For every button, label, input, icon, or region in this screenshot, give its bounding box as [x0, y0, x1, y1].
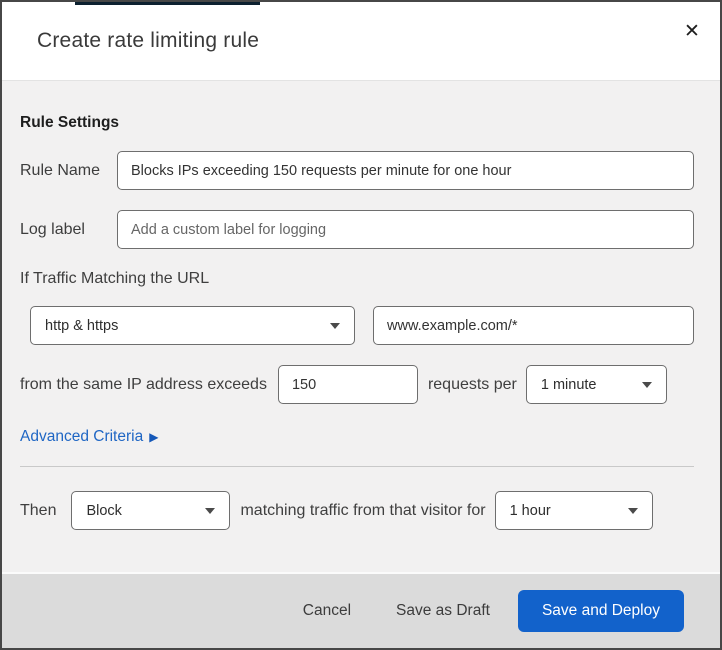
advanced-criteria-link[interactable]: Advanced Criteria ▶: [20, 428, 158, 446]
close-icon[interactable]: ✕: [677, 16, 707, 46]
action-select[interactable]: Block: [71, 491, 231, 530]
chevron-down-icon: [641, 381, 652, 388]
traffic-matching-text: If Traffic Matching the URL: [20, 270, 210, 287]
scheme-select-value: http & https: [45, 317, 119, 334]
chevron-down-icon: [205, 507, 216, 514]
rule-name-label: Rule Name: [20, 161, 101, 179]
threshold-row: from the same IP address exceeds request…: [20, 365, 694, 404]
arrow-right-icon: ▶: [149, 430, 159, 444]
dialog-body: Rule Settings Rule Name Log label If Tra…: [2, 81, 720, 572]
then-text: Then: [20, 501, 57, 519]
rule-name-row: Rule Name: [20, 151, 694, 190]
log-label-row: Log label: [20, 210, 694, 249]
dialog-title: Create rate limiting rule: [37, 29, 260, 52]
action-row: Then Block matching traffic from that vi…: [20, 491, 694, 530]
scheme-url-row: http & https: [30, 306, 694, 345]
scheme-select[interactable]: http & https: [30, 306, 355, 345]
duration-select[interactable]: 1 hour: [494, 491, 653, 530]
exceeds-prefix-text: from the same IP address exceeds: [20, 375, 267, 393]
url-input[interactable]: [373, 306, 694, 345]
matching-traffic-text: matching traffic from that visitor for: [240, 501, 486, 519]
save-as-draft-button[interactable]: Save as Draft: [396, 594, 490, 628]
log-label-label: Log label: [20, 220, 85, 238]
period-select-value: 1 minute: [540, 376, 597, 393]
rule-settings-heading: Rule Settings: [20, 114, 120, 131]
dialog-header: Create rate limiting rule ✕: [2, 2, 720, 81]
create-rate-limiting-rule-dialog: Create rate limiting rule ✕ Rule Setting…: [0, 0, 722, 650]
requests-per-text: requests per: [427, 375, 517, 393]
rule-name-input[interactable]: [117, 151, 694, 190]
cancel-button[interactable]: Cancel: [303, 594, 351, 628]
section-divider: [20, 466, 694, 467]
duration-select-value: 1 hour: [509, 502, 551, 519]
background-window-edge: [75, 2, 260, 5]
action-select-value: Block: [86, 502, 122, 519]
advanced-criteria-label: Advanced Criteria: [20, 428, 144, 445]
save-and-deploy-button[interactable]: Save and Deploy: [517, 590, 684, 632]
requests-count-input[interactable]: [277, 365, 418, 404]
chevron-down-icon: [330, 322, 340, 329]
chevron-down-icon: [627, 507, 638, 514]
log-label-input[interactable]: [117, 210, 694, 249]
dialog-footer: Cancel Save as Draft Save and Deploy: [2, 572, 720, 648]
period-select[interactable]: 1 minute: [525, 365, 667, 404]
